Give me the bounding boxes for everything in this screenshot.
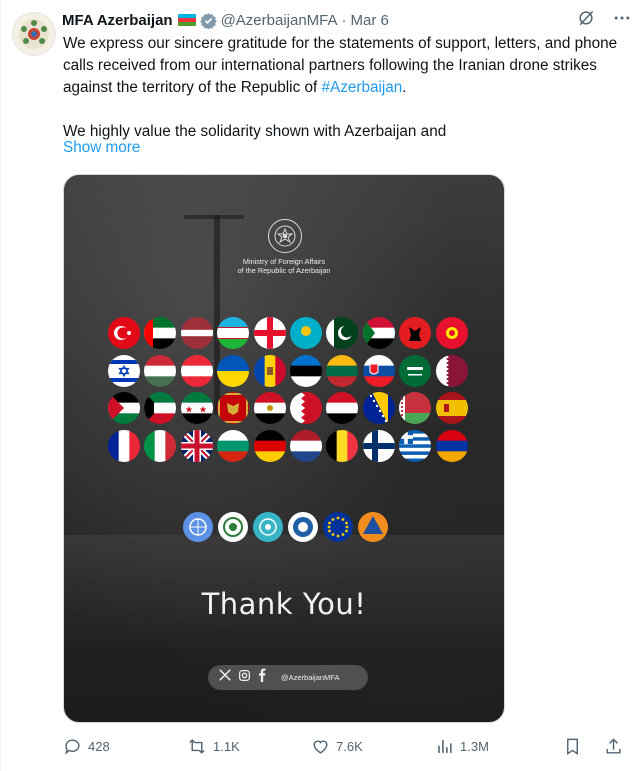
share-icon: [606, 737, 621, 754]
ministry-line-1: Ministry of Foreign Affairs: [242, 257, 326, 266]
more-options-icon[interactable]: [612, 8, 632, 32]
account-handle[interactable]: @AzerbaijanMFA: [221, 12, 338, 29]
flag-greece-icon: [399, 429, 432, 462]
flag-qatar-icon: [435, 354, 468, 387]
like-count: 7.6K: [336, 738, 363, 754]
flag-belarus-icon: [399, 392, 432, 424]
flag-netherlands-icon: [290, 429, 322, 462]
flag-spain-icon: [435, 392, 468, 424]
azerbaijan-flag-icon: [177, 14, 196, 26]
flag-belgium-icon: [326, 429, 359, 462]
flag-uk-icon: [180, 429, 213, 462]
flag-albania-icon: [399, 317, 432, 349]
tweet-text: We express our sincere gratitude for the…: [63, 33, 629, 143]
share-button[interactable]: [604, 737, 623, 756]
flag-egypt-icon: [253, 392, 286, 424]
tweet-text-end: .: [402, 79, 407, 96]
grok-icon[interactable]: [576, 8, 596, 32]
bookmark-icon: [567, 738, 578, 755]
reply-icon: [64, 738, 80, 755]
oic-icon: [218, 512, 248, 542]
flag-austria-icon: [180, 354, 213, 387]
x-logo-icon: [218, 668, 232, 687]
flag-kazakhstan-icon: [290, 317, 322, 349]
street-lamp: [214, 215, 220, 415]
flag-turkey-icon: [108, 317, 140, 349]
tweet-paragraph-1: We express our sincere gratitude for the…: [63, 33, 629, 99]
dot-separator: ·: [341, 11, 347, 29]
mfa-emblem-icon: [268, 219, 302, 253]
facebook-icon: [257, 668, 267, 687]
instagram-icon: [238, 669, 251, 687]
turkic-states-icon: [253, 512, 283, 542]
flag-sudan-icon: [362, 317, 395, 349]
civil-defence-icon: [358, 512, 388, 542]
flag-kyrgyzstan-icon: [435, 317, 468, 349]
united-nations-icon: [183, 512, 213, 542]
repost-button[interactable]: 1.1K: [187, 737, 311, 756]
thank-you-text: Thank You!: [201, 587, 367, 621]
flag-germany-icon: [253, 429, 286, 462]
flag-armenia-icon: [435, 429, 468, 462]
hashtag-link[interactable]: #Azerbaijan: [322, 79, 403, 96]
flag-syria-icon: [180, 392, 213, 424]
ministry-line-2: of the Republic of Azerbaijan: [237, 266, 331, 275]
tweet-paragraph-2: We highly value the solidarity shown wit…: [63, 123, 447, 140]
flag-france-icon: [108, 429, 140, 462]
flag-yemen-icon: [326, 392, 359, 424]
flag-kuwait-icon: [144, 392, 177, 424]
like-button[interactable]: 7.6K: [311, 737, 435, 756]
flag-ukraine-icon: [217, 354, 250, 387]
show-more-link[interactable]: Show more: [63, 139, 140, 157]
views-button[interactable]: 1.3M: [435, 737, 563, 756]
flag-pakistan-icon: [326, 317, 359, 349]
flag-slovakia-icon: [362, 354, 395, 387]
reply-button[interactable]: 428: [63, 737, 187, 756]
view-count: 1.3M: [460, 738, 489, 754]
flag-saudi-arabia-icon: [399, 354, 432, 387]
flag-israel-icon: [108, 354, 140, 387]
bookmark-button[interactable]: [563, 737, 582, 756]
organizations-row: [182, 511, 392, 548]
reply-count: 428: [88, 738, 110, 754]
repost-count: 1.1K: [213, 738, 240, 754]
social-handle-text: @AzerbaijanMFA: [281, 673, 340, 682]
analytics-icon: [438, 739, 452, 753]
flag-estonia-icon: [290, 354, 322, 387]
avatar[interactable]: [12, 12, 56, 56]
action-bar: 428 1.1K 7.6K 1.3M: [63, 734, 630, 758]
flag-finland-icon: [362, 429, 395, 462]
flag-italy-icon: [144, 429, 177, 462]
flag-jordan-icon: [108, 392, 140, 424]
flag-montenegro-icon: [217, 392, 250, 424]
flag-bosnia-icon: [362, 392, 395, 424]
tweet-image[interactable]: Ministry of Foreign Affairs of the Repub…: [63, 174, 505, 723]
tweet-date[interactable]: Mar 6: [351, 12, 389, 29]
social-handle-pill: @AzerbaijanMFA: [208, 665, 368, 690]
flag-hungary-icon: [144, 354, 177, 387]
ministry-emblem-icon: [19, 19, 49, 49]
flag-georgia-icon: [253, 317, 286, 349]
flag-lithuania-icon: [326, 354, 359, 387]
street-lamp-arm: [184, 215, 244, 219]
flag-latvia-icon: [180, 317, 213, 349]
gcc-icon: [288, 512, 318, 542]
flag-bahrain-icon: [290, 392, 322, 424]
flag-moldova-icon: [253, 354, 286, 387]
tweet-header: MFA Azerbaijan @AzerbaijanMFA · Mar 6: [62, 9, 632, 31]
flag-uae-icon: [144, 317, 177, 349]
ministry-caption: Ministry of Foreign Affairs of the Repub…: [204, 257, 364, 275]
account-name[interactable]: MFA Azerbaijan: [62, 12, 173, 29]
european-union-icon: [323, 512, 353, 542]
heart-icon: [313, 740, 328, 754]
timeline-border: [0, 0, 1, 771]
flag-uzbekistan-icon: [217, 317, 250, 349]
repost-icon: [189, 738, 205, 754]
verified-badge-icon[interactable]: [199, 12, 217, 29]
flag-bulgaria-icon: [217, 429, 250, 462]
